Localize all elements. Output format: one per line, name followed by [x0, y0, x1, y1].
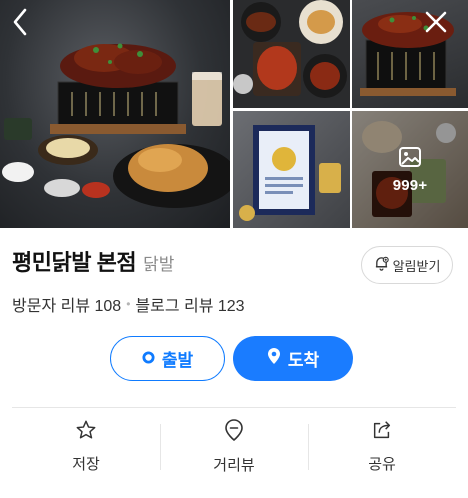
- origin-dot-icon: [142, 349, 162, 369]
- chevron-left-icon: [12, 8, 28, 41]
- blog-review-link[interactable]: 블로그 리뷰 123: [135, 292, 244, 316]
- street-view-label: 거리뷰: [213, 456, 255, 474]
- share-icon: [371, 419, 393, 453]
- arrive-label: 도착: [287, 351, 320, 370]
- place-name: 평민닭발 본점: [12, 250, 137, 275]
- more-photos-count: 999+: [392, 176, 428, 194]
- place-title: 평민닭발 본점 닭발: [12, 245, 174, 277]
- photo-3-illustration: [360, 12, 456, 96]
- depart-button[interactable]: 출발: [110, 336, 225, 381]
- gallery-main-photo[interactable]: [0, 0, 230, 228]
- photo-gallery: 999+: [0, 0, 468, 228]
- share-button[interactable]: 공유: [308, 408, 456, 484]
- photo-4-illustration: [239, 125, 341, 221]
- save-button[interactable]: 저장: [12, 408, 160, 484]
- street-view-button[interactable]: 거리뷰: [160, 408, 308, 484]
- place-category: 닭발: [143, 255, 175, 274]
- image-icon: [398, 146, 422, 173]
- share-label: 공유: [368, 455, 396, 473]
- review-summary: 방문자 리뷰 108 • 블로그 리뷰 123: [12, 292, 245, 316]
- more-photos-badge: 999+: [352, 111, 468, 228]
- gallery-photo-more[interactable]: 999+: [352, 111, 468, 228]
- action-bar: 저장 거리뷰 공유: [12, 408, 456, 484]
- gallery-photo-2[interactable]: [233, 0, 350, 108]
- review-separator: •: [126, 297, 131, 311]
- visitor-review-link[interactable]: 방문자 리뷰 108: [12, 292, 121, 316]
- photo-2-illustration: [233, 0, 347, 98]
- main-photo-illustration: [2, 43, 230, 208]
- close-icon: [424, 10, 448, 39]
- gallery-photo-4[interactable]: [233, 111, 350, 228]
- location-pin-icon: [267, 347, 288, 370]
- bell-plus-icon: [374, 256, 393, 274]
- gallery-photo-3[interactable]: [352, 0, 468, 108]
- star-icon: [75, 419, 97, 453]
- map-pin-icon: [223, 418, 245, 454]
- alarm-label: 알림받기: [392, 258, 441, 274]
- depart-label: 출발: [161, 351, 194, 370]
- close-button[interactable]: [422, 8, 450, 40]
- back-button[interactable]: [6, 8, 34, 40]
- save-label: 저장: [72, 455, 100, 473]
- alarm-button[interactable]: 알림받기: [361, 246, 453, 284]
- arrive-button[interactable]: 도착: [233, 336, 353, 381]
